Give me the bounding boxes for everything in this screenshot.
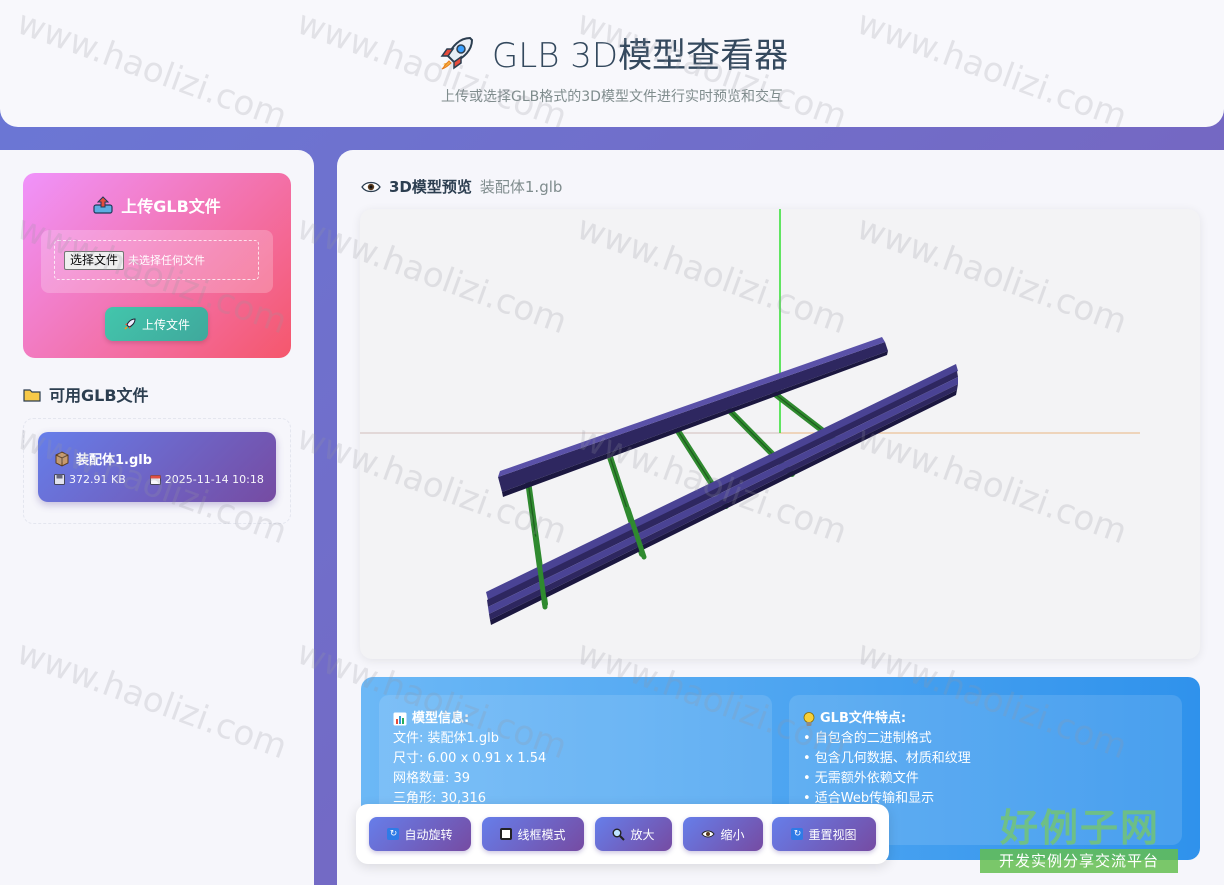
model-info-title: 模型信息: — [412, 711, 470, 726]
file-date-text: 2025-11-14 10:18 — [164, 473, 264, 486]
zoom-out-button[interactable]: 缩小 — [683, 817, 763, 851]
file-list-item[interactable]: 装配体1.glb 372.91 KB 2025-11-14 10:18 — [38, 432, 276, 502]
file-size-text: 372.91 KB — [69, 473, 126, 486]
folder-icon — [23, 388, 41, 402]
viewer-controls: ↻ 自动旋转 线框模式 放大 缩小 ↻ 重置视图 — [356, 804, 889, 864]
refresh-icon: ↻ — [387, 828, 400, 840]
model-info-title-row: 模型信息: — [393, 709, 758, 729]
glb-feature-item: • 自包含的二进制格式 — [803, 731, 932, 746]
preview-filename: 装配体1.glb — [479, 178, 563, 196]
file-name: 装配体1.glb — [76, 453, 153, 468]
refresh-icon: ↻ — [791, 828, 804, 840]
3d-viewport[interactable] — [360, 209, 1200, 659]
reset-view-label: 重置视图 — [808, 827, 857, 842]
upload-file-label: 上传文件 — [141, 317, 190, 332]
upload-file-button[interactable]: 上传文件 — [105, 307, 208, 341]
site-badge: 好例子网 开发实例分享交流平台 — [978, 797, 1182, 877]
auto-rotate-button[interactable]: ↻ 自动旋转 — [369, 817, 471, 851]
auto-rotate-label: 自动旋转 — [404, 827, 453, 842]
zoom-out-label: 缩小 — [720, 827, 745, 842]
upload-dropzone: 选择文件 未选择任何文件 — [41, 230, 273, 293]
eye-icon — [701, 830, 716, 838]
wireframe-button[interactable]: 线框模式 — [482, 817, 584, 851]
file-input[interactable]: 选择文件 未选择任何文件 — [54, 240, 259, 280]
bar-chart-icon — [393, 712, 407, 726]
model-info-file: 文件: 装配体1.glb — [393, 731, 500, 746]
page-subtitle: 上传或选择GLB格式的3D模型文件进行实时预览和交互 — [441, 89, 783, 105]
upload-title: 上传GLB文件 — [121, 197, 221, 216]
available-files-title: 可用GLB文件 — [49, 386, 149, 405]
available-files-heading: 可用GLB文件 — [23, 382, 149, 406]
page-header: GLB 3D模型查看器 上传或选择GLB格式的3D模型文件进行实时预览和交互 — [0, 0, 1224, 127]
glb-features-title: GLB文件特点: — [820, 711, 907, 726]
rocket-icon — [440, 36, 473, 69]
glb-feature-item: • 包含几何数据、材质和纹理 — [803, 751, 971, 766]
glb-feature-item: • 无需额外依赖文件 — [803, 771, 919, 786]
magnifier-icon — [612, 828, 626, 841]
file-size: 372.91 KB — [54, 473, 126, 486]
eye-icon — [361, 181, 381, 192]
badge-title: 好例子网 — [999, 805, 1160, 850]
calendar-icon — [149, 475, 161, 485]
model-info-mesh-count: 网格数量: 39 — [393, 771, 471, 786]
lightbulb-icon — [803, 711, 815, 726]
badge-subtitle: 开发实例分享交流平台 — [980, 849, 1178, 873]
file-date: 2025-11-14 10:18 — [149, 473, 264, 486]
wireframe-label: 线框模式 — [517, 827, 566, 842]
square-icon — [500, 828, 513, 840]
upload-title-row: 上传GLB文件 — [23, 193, 291, 217]
choose-file-button[interactable]: 选择文件 — [64, 250, 125, 270]
preview-heading: 3D模型预览 装配体1.glb — [361, 176, 562, 197]
page-title: GLB 3D模型查看器 — [491, 36, 789, 76]
main-panel: 3D模型预览 装配体1.glb 模型信息: 文件: 装配体1.glb 尺寸: 6… — [337, 150, 1224, 885]
zoom-in-label: 放大 — [630, 827, 655, 842]
glb-features-title-row: GLB文件特点: — [803, 709, 1168, 729]
package-icon — [55, 450, 69, 467]
file-meta: 372.91 KB 2025-11-14 10:18 — [54, 473, 264, 486]
file-list: 装配体1.glb 372.91 KB 2025-11-14 10:18 — [23, 418, 291, 524]
upload-tray-icon — [93, 196, 113, 214]
rocket-icon — [124, 318, 136, 330]
file-name-row: 装配体1.glb — [54, 449, 152, 468]
upper-beam — [498, 337, 888, 497]
preview-title: 3D模型预览 — [389, 178, 472, 196]
reset-view-button[interactable]: ↻ 重置视图 — [772, 817, 876, 851]
zoom-in-button[interactable]: 放大 — [595, 817, 672, 851]
upload-card: 上传GLB文件 选择文件 未选择任何文件 上传文件 — [23, 173, 291, 358]
sidebar: 上传GLB文件 选择文件 未选择任何文件 上传文件 可用GLB文件 装配体1.g… — [0, 150, 314, 885]
page-title-row: GLB 3D模型查看器 — [0, 28, 1224, 77]
model-info-size: 尺寸: 6.00 x 0.91 x 1.54 — [393, 751, 547, 766]
floppy-disk-icon — [54, 474, 65, 485]
model-scene — [360, 209, 1140, 625]
no-file-text: 未选择任何文件 — [128, 254, 206, 267]
